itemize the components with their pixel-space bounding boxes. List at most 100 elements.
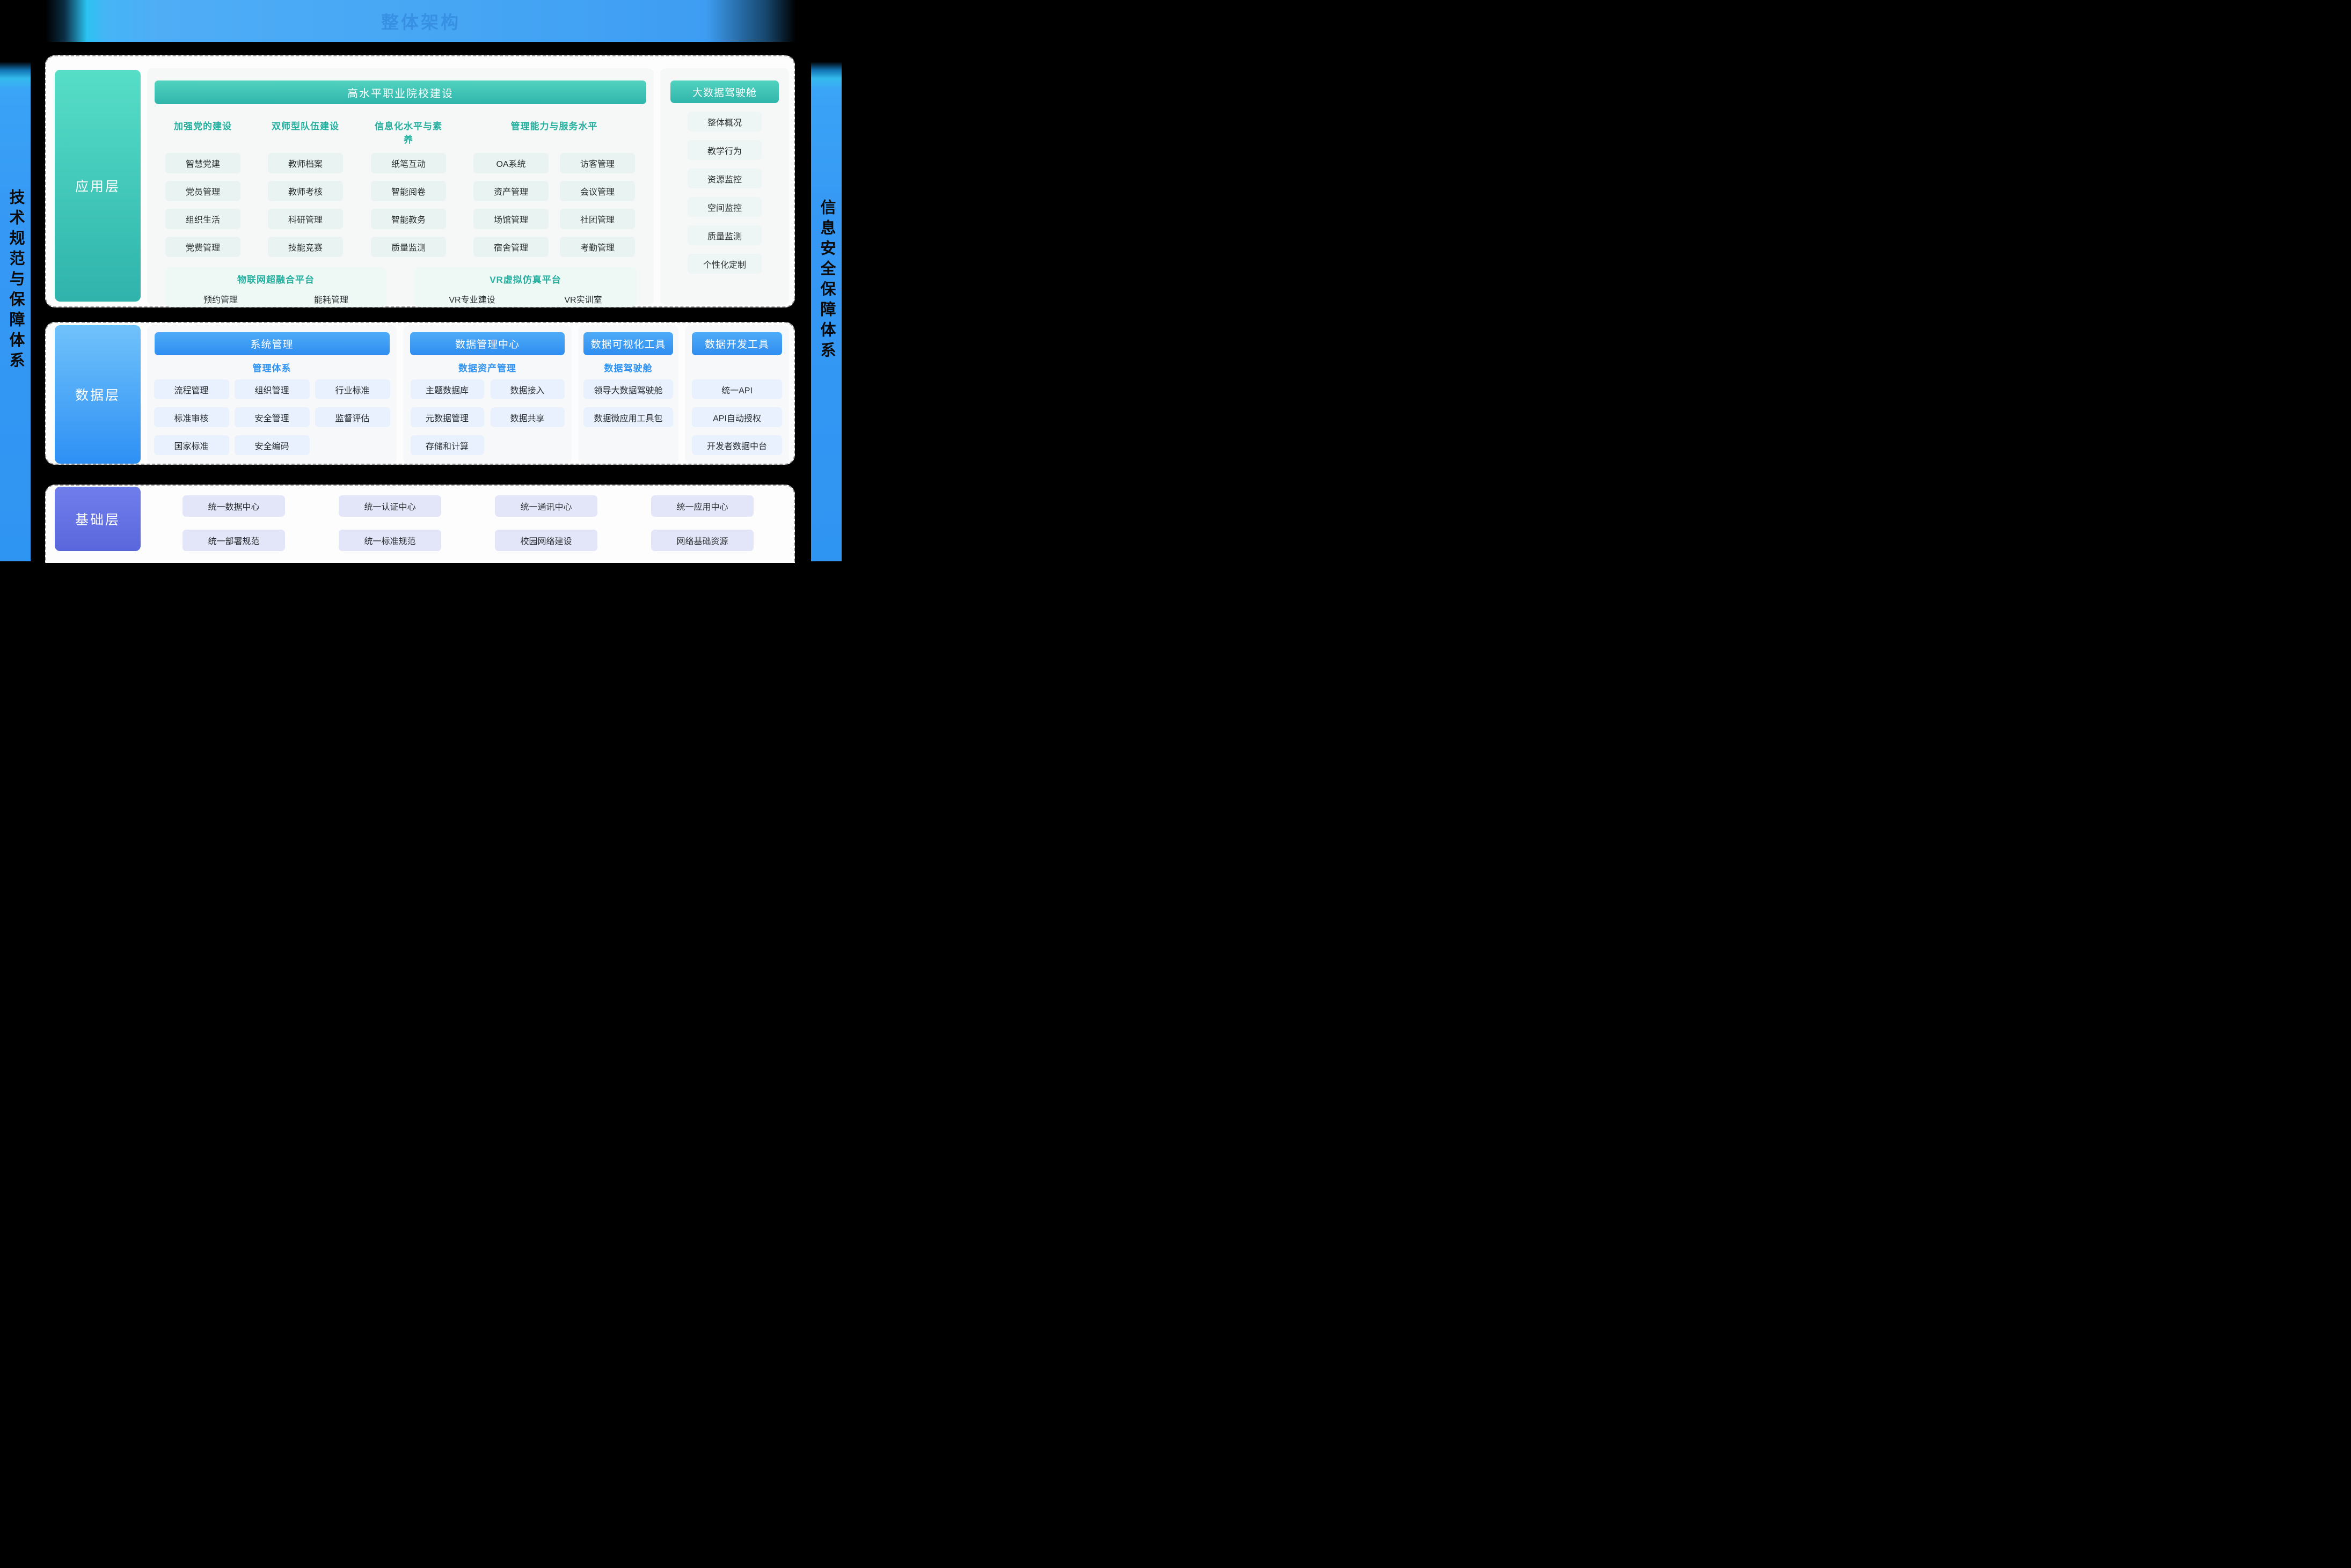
platform-item: 预约管理 (203, 292, 238, 305)
app-item-stack: OA系统资产管理场馆管理宿舍管理 (473, 153, 549, 257)
data-item: 存储和计算 (411, 435, 484, 455)
app-item: 资产管理 (473, 181, 549, 201)
app-item: 科研管理 (268, 209, 343, 229)
app-item: 教师考核 (268, 181, 343, 201)
data-dev-tools-items: 统一API API自动授权开发者数据中台 (685, 379, 789, 455)
app-item: OA系统 (473, 153, 549, 173)
app-item-columns: 智慧党建党员管理组织生活党费管理教师档案教师考核科研管理技能竞赛纸笔互动智能阅卷… (165, 153, 646, 257)
app-item: 社团管理 (560, 209, 635, 229)
data-layer-card: 数据层 系统管理 管理体系 流程管理组织管理行业标准标准审核安全管理监督评估国家… (45, 322, 795, 465)
system-management-panel: 系统管理 管理体系 流程管理组织管理行业标准标准审核安全管理监督评估国家标准安全… (147, 325, 397, 464)
application-layer-card: 应用层 高水平职业院校建设 加强党的建设双师型队伍建设信息化水平与素养管理能力与… (45, 55, 795, 307)
app-item-stack: 访客管理会议管理社团管理考勤管理 (560, 153, 635, 257)
app-item: 考勤管理 (560, 237, 635, 257)
data-visualization-items: 领导大数据驾驶舱数据微应用工具包 (578, 379, 678, 427)
platform-box: 物联网超融合平台预约管理 能耗管理 (165, 267, 386, 307)
app-item: 场馆管理 (473, 209, 549, 229)
left-strip-label: 技术规范与保障体系 (0, 189, 31, 372)
app-column-headers: 加强党的建设 双师型队伍建设 信息化水平与素养 管理能力与服务水平 (165, 119, 646, 145)
foundation-item: 统一通讯中心 (495, 495, 597, 517)
data-item: 数据接入 (491, 379, 565, 399)
left-guarantee-strip: 技术规范与保障体系 (0, 0, 31, 561)
data-item: 国家标准 (154, 435, 229, 455)
cockpit-item: 资源监控 (688, 168, 762, 188)
app-item: 智慧党建 (165, 153, 240, 173)
data-center-subtitle: 数据资产管理 (403, 361, 572, 371)
app-item: 访客管理 (560, 153, 635, 173)
application-layer-label: 应用层 (55, 70, 141, 302)
data-item: 组织管理 (235, 379, 310, 399)
cockpit-item: 个性化定制 (688, 254, 762, 274)
right-strip-label: 信息安全保障体系 (811, 199, 842, 362)
data-item: 安全管理 (235, 407, 310, 427)
cockpit-header: 大数据驾驶舱 (670, 80, 779, 103)
platform-title: 物联网超融合平台 (165, 272, 386, 285)
platform-box: VR虚拟仿真平台 VR专业建设VR实训室 (414, 267, 637, 307)
data-layer-label: 数据层 (55, 325, 141, 464)
big-data-cockpit-panel: 大数据驾驶舱 整体概况教学行为资源监控空间监控质量监测个性化定制 (660, 68, 789, 305)
cockpit-item: 整体概况 (688, 112, 762, 131)
foundation-items: 统一数据中心 统一认证中心 统一通讯中心 统一应用中心统一部署规范 统一标准规范 校园网络… (182, 495, 754, 551)
cockpit-items: 整体概况教学行为资源监控空间监控质量监测个性化定制 (660, 112, 789, 274)
app-item-stack: 纸笔互动智能阅卷智能教务质量监测 (371, 153, 446, 257)
app-item: 会议管理 (560, 181, 635, 201)
app-item: 宿舍管理 (473, 237, 549, 257)
app-item: 教师档案 (268, 153, 343, 173)
foundation-item: 网络基础资源 (651, 530, 754, 551)
system-management-items: 流程管理组织管理行业标准标准审核安全管理监督评估国家标准安全编码 (147, 379, 397, 455)
data-item: 安全编码 (235, 435, 310, 455)
data-item: 流程管理 (154, 379, 229, 399)
foundation-item: 统一应用中心 (651, 495, 754, 517)
data-center-items: 主题数据库数据接入元数据管理数据共享存储和计算 (403, 379, 572, 455)
data-visualization-subtitle: 数据驾驶舱 (578, 361, 678, 371)
foundation-item: 统一数据中心 (182, 495, 285, 517)
system-management-header: 系统管理 (155, 332, 390, 355)
app-item: 党费管理 (165, 237, 240, 257)
app-item: 智能教务 (371, 209, 446, 229)
foundation-item: 统一认证中心 (339, 495, 441, 517)
app-column-title: 信息化水平与素养 (371, 119, 446, 145)
data-item: 开发者数据中台 (692, 435, 782, 455)
foundation-item: 统一标准规范 (339, 530, 441, 551)
app-column-title: 加强党的建设 (165, 119, 240, 145)
data-dev-tools-panel: 数据开发工具 统一API API自动授权开发者数据中台 (685, 325, 789, 464)
foundation-item: 校园网络建设 (495, 530, 597, 551)
data-item: 数据微应用工具包 (583, 407, 673, 427)
app-item-stack: 教师档案教师考核科研管理技能竞赛 (268, 153, 343, 257)
page-title: 整体架构 (381, 8, 461, 34)
platform-item: VR专业建设 (449, 292, 495, 305)
data-item: 领导大数据驾驶舱 (583, 379, 673, 399)
system-management-subtitle: 管理体系 (147, 361, 397, 371)
app-column-title: 管理能力与服务水平 (473, 119, 635, 145)
platform-row: 物联网超融合平台预约管理 能耗管理 VR虚拟仿真平台 VR专业建设VR实训室 (165, 267, 646, 307)
data-center-panel: 数据管理中心 数据资产管理 主题数据库数据接入元数据管理数据共享存储和计算 (403, 325, 572, 464)
data-item: 元数据管理 (411, 407, 484, 427)
platform-items: VR专业建设VR实训室 (414, 292, 637, 305)
data-visualization-header: 数据可视化工具 (583, 332, 673, 355)
data-dev-tools-subtitle (685, 361, 789, 371)
cockpit-item: 质量监测 (688, 225, 762, 245)
data-visualization-panel: 数据可视化工具 数据驾驶舱 领导大数据驾驶舱数据微应用工具包 (578, 325, 678, 464)
cockpit-item: 空间监控 (688, 197, 762, 217)
data-item: 主题数据库 (411, 379, 484, 399)
app-column-title: 双师型队伍建设 (268, 119, 343, 145)
platform-title: VR虚拟仿真平台 (414, 272, 637, 285)
cockpit-item: 教学行为 (688, 140, 762, 160)
data-item: 标准审核 (154, 407, 229, 427)
data-item: 数据共享 (491, 407, 565, 427)
data-item: 行业标准 (315, 379, 390, 399)
data-dev-tools-header: 数据开发工具 (692, 332, 782, 355)
foundation-layer-label: 基础层 (55, 487, 141, 551)
data-item: API自动授权 (692, 407, 782, 427)
app-item: 纸笔互动 (371, 153, 446, 173)
data-center-header: 数据管理中心 (410, 332, 565, 355)
foundation-item: 统一部署规范 (182, 530, 285, 551)
platform-item: 能耗管理 (314, 292, 348, 305)
top-banner: 整体架构 (46, 0, 796, 42)
right-security-strip: 信息安全保障体系 (811, 0, 842, 561)
app-item: 党员管理 (165, 181, 240, 201)
platform-items: 预约管理 能耗管理 (165, 292, 386, 305)
foundation-layer-card: 基础层 统一数据中心 统一认证中心 统一通讯中心 统一应用中心统一部署规范 统一标准规范… (45, 485, 795, 563)
data-item: 统一API (692, 379, 782, 399)
app-item: 智能阅卷 (371, 181, 446, 201)
